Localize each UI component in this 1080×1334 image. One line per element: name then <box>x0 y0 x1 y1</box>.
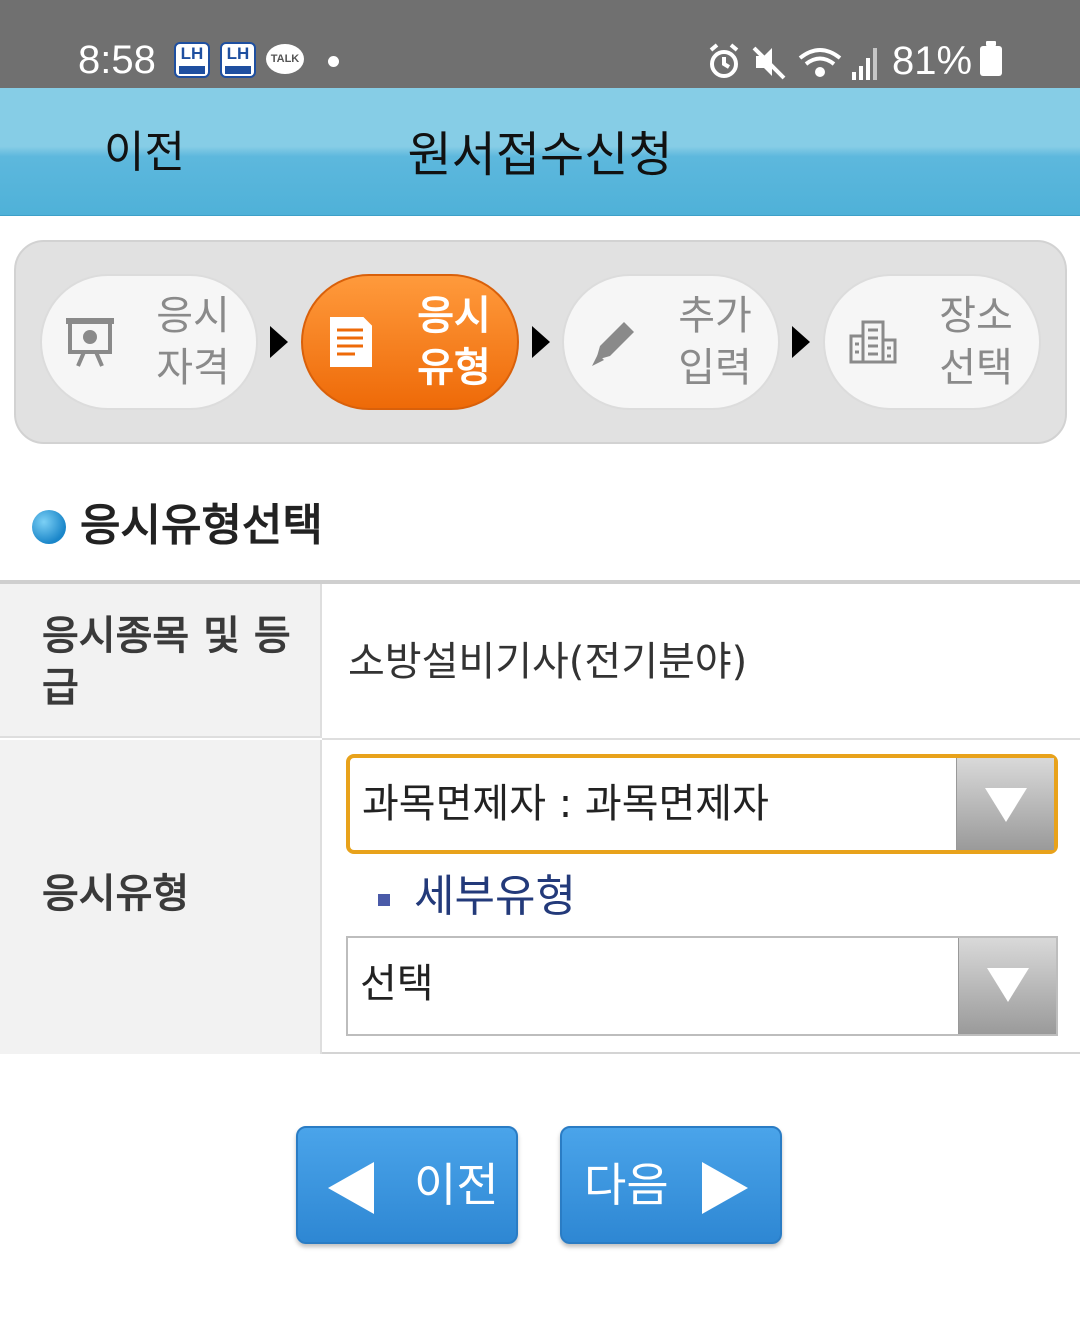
square-bullet-icon <box>378 894 390 906</box>
wifi-icon <box>798 48 842 77</box>
step-exam-type: 응시 유형 <box>301 274 519 410</box>
step-label-line1: 응시 <box>156 293 230 339</box>
next-button[interactable]: 다음 <box>560 1126 782 1244</box>
prev-button[interactable]: 이전 <box>296 1126 518 1244</box>
exam-item-value: 소방설비기사(전기분야) <box>348 639 748 685</box>
arrow-right-icon <box>702 1162 748 1214</box>
arrow-left-icon <box>328 1162 374 1214</box>
section-title: 응시유형선택 <box>80 500 323 551</box>
battery-icon <box>980 41 1002 76</box>
exam-item-label-line2: 급 <box>42 665 79 711</box>
sub-type-label: 세부유형 <box>414 871 576 922</box>
step-additional-input: 추가 입력 <box>562 274 780 410</box>
step-label-line1: 장소 <box>939 293 1013 339</box>
mute-icon <box>752 46 786 80</box>
dropdown-button[interactable] <box>956 758 1054 850</box>
alarm-icon <box>709 43 739 78</box>
certificate-icon <box>66 318 114 367</box>
kakaotalk-icon: TALK <box>266 44 304 74</box>
step-label-line1: 추가 <box>678 293 752 339</box>
signal-icon <box>852 48 877 80</box>
pencil-icon <box>592 322 634 366</box>
sub-type-select-value: 선택 <box>360 961 434 1007</box>
step-label-line1: 응시 <box>417 293 491 339</box>
step-location-select: 장소 선택 <box>823 274 1041 410</box>
sub-type-select[interactable]: 선택 <box>346 936 1058 1036</box>
exam-type-select[interactable]: 과목면제자 : 과목면제자 <box>346 754 1058 854</box>
step-progress: 응시 자격 응시 유형 추가 입력 장소 선택 <box>14 240 1067 444</box>
status-time: 8:58 <box>78 38 156 82</box>
system-status-icons <box>709 43 877 80</box>
exam-item-label-line1: 응시종목 및 등 <box>42 613 291 659</box>
row-header-exam-type: 응시유형 <box>0 740 322 1054</box>
row-header-exam-item: 응시종목 및 등 급 <box>0 584 322 738</box>
notification-dot-icon <box>328 56 339 67</box>
battery-percent: 81% <box>892 39 973 83</box>
prev-button-label: 이전 <box>414 1158 499 1212</box>
dropdown-button[interactable] <box>958 938 1056 1034</box>
exam-type-select-value: 과목면제자 : 과목면제자 <box>362 781 769 827</box>
chevron-down-icon <box>987 968 1029 1002</box>
step-label-line2: 입력 <box>678 345 752 391</box>
step-arrow-icon <box>792 326 810 358</box>
lh-app-icon: LH <box>220 42 256 78</box>
lh-app-icon: LH <box>174 42 210 78</box>
step-label-line2: 자격 <box>156 345 230 391</box>
step-eligibility: 응시 자격 <box>40 274 258 410</box>
step-label-line2: 유형 <box>417 345 491 391</box>
row-divider <box>322 738 1080 740</box>
step-label-line2: 선택 <box>939 345 1013 391</box>
step-arrow-icon <box>532 326 550 358</box>
app-header: 이전 원서접수신청 <box>0 88 1080 216</box>
status-bar: 8:58 LH LH TALK 81% <box>0 0 1080 88</box>
bullet-icon <box>32 510 66 544</box>
chevron-down-icon <box>985 788 1027 822</box>
building-icon <box>849 320 897 364</box>
exam-type-label: 응시유형 <box>42 871 190 917</box>
page-title: 원서접수신청 <box>407 127 673 183</box>
step-arrow-icon <box>270 326 288 358</box>
next-button-label: 다음 <box>584 1158 669 1212</box>
document-icon <box>330 317 372 367</box>
